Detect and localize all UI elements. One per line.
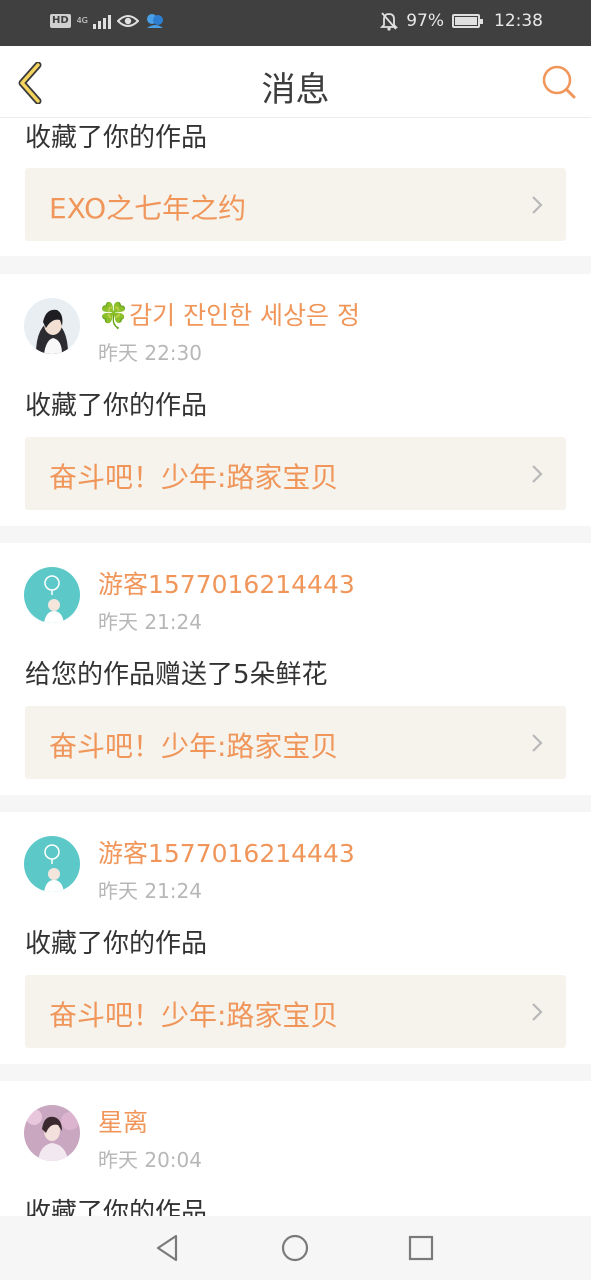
chevron-right-icon [532, 734, 543, 752]
username[interactable]: 游客1577016214443 [98, 565, 355, 601]
battery-percent: 97% [406, 11, 444, 31]
mute-icon [380, 12, 399, 31]
message-action: 给您的作品赠送了5朵鲜花 [25, 660, 328, 690]
message-action: 收藏了你的作品 [25, 929, 208, 959]
username[interactable]: 星离 [98, 1103, 148, 1139]
work-link[interactable]: 奋斗吧！少年:路家宝贝 [25, 437, 566, 510]
chevron-right-icon [532, 465, 543, 483]
message-card: 游客1577016214443 昨天 21:24 给您的作品赠送了5朵鲜花 奋斗… [0, 543, 591, 795]
work-title: 奋斗吧！少年:路家宝贝 [49, 461, 339, 494]
work-title: 奋斗吧！少年:路家宝贝 [49, 999, 339, 1032]
eye-icon [116, 15, 139, 27]
message-action: 收藏了你的作品 [25, 1198, 208, 1216]
signal-icon [92, 13, 111, 29]
username[interactable]: 🍀감기 잔인한 세상은 정 [98, 296, 360, 332]
message-action: 收藏了你的作品 [25, 123, 208, 153]
avatar[interactable] [24, 567, 80, 623]
message-card: 🍀감기 잔인한 세상은 정 昨天 22:30 收藏了你的作品 奋斗吧！少年:路家… [0, 274, 591, 526]
message-action: 收藏了你的作品 [25, 391, 208, 421]
message-feed: 收藏了你的作品 EXO之七年之约 🍀감기 잔인한 세상은 정 昨天 22:30 … [0, 118, 591, 1216]
back-triangle-icon[interactable] [150, 1230, 186, 1266]
username[interactable]: 游客1577016214443 [98, 834, 355, 870]
recents-square-icon[interactable] [403, 1230, 439, 1266]
avatar[interactable] [24, 298, 80, 354]
hd-icon: HD [50, 14, 71, 28]
status-bar: HD 4G 97% 12:38 [0, 0, 591, 46]
work-title: 奋斗吧！少年:路家宝贝 [49, 730, 339, 763]
app-icon [146, 14, 163, 28]
app-header: 消息 [0, 46, 591, 118]
page-title: 消息 [261, 70, 330, 110]
timestamp: 昨天 21:24 [98, 610, 202, 634]
avatar[interactable] [24, 836, 80, 892]
work-link[interactable]: 奋斗吧！少年:路家宝贝 [25, 975, 566, 1048]
battery-icon [452, 14, 483, 28]
search-icon[interactable] [541, 64, 577, 100]
chevron-right-icon [532, 196, 543, 214]
work-link[interactable]: 奋斗吧！少年:路家宝贝 [25, 706, 566, 779]
home-circle-icon[interactable] [277, 1230, 313, 1266]
status-left: HD 4G [50, 12, 165, 30]
timestamp: 昨天 20:04 [98, 1148, 202, 1172]
message-card: 收藏了你的作品 EXO之七年之约 [0, 118, 591, 256]
work-link[interactable]: EXO之七年之约 [25, 168, 566, 241]
system-nav-bar [0, 1216, 591, 1280]
chevron-right-icon [532, 1003, 543, 1021]
clock: 12:38 [494, 11, 543, 31]
timestamp: 昨天 21:24 [98, 879, 202, 903]
network-type: 4G [76, 16, 88, 25]
status-right: 97% 12:38 [380, 11, 543, 31]
timestamp: 昨天 22:30 [98, 341, 202, 365]
message-card: 游客1577016214443 昨天 21:24 收藏了你的作品 奋斗吧！少年:… [0, 812, 591, 1064]
message-card: 星离 昨天 20:04 收藏了你的作品 [0, 1081, 591, 1216]
work-title: EXO之七年之约 [49, 192, 247, 225]
avatar[interactable] [24, 1105, 80, 1161]
